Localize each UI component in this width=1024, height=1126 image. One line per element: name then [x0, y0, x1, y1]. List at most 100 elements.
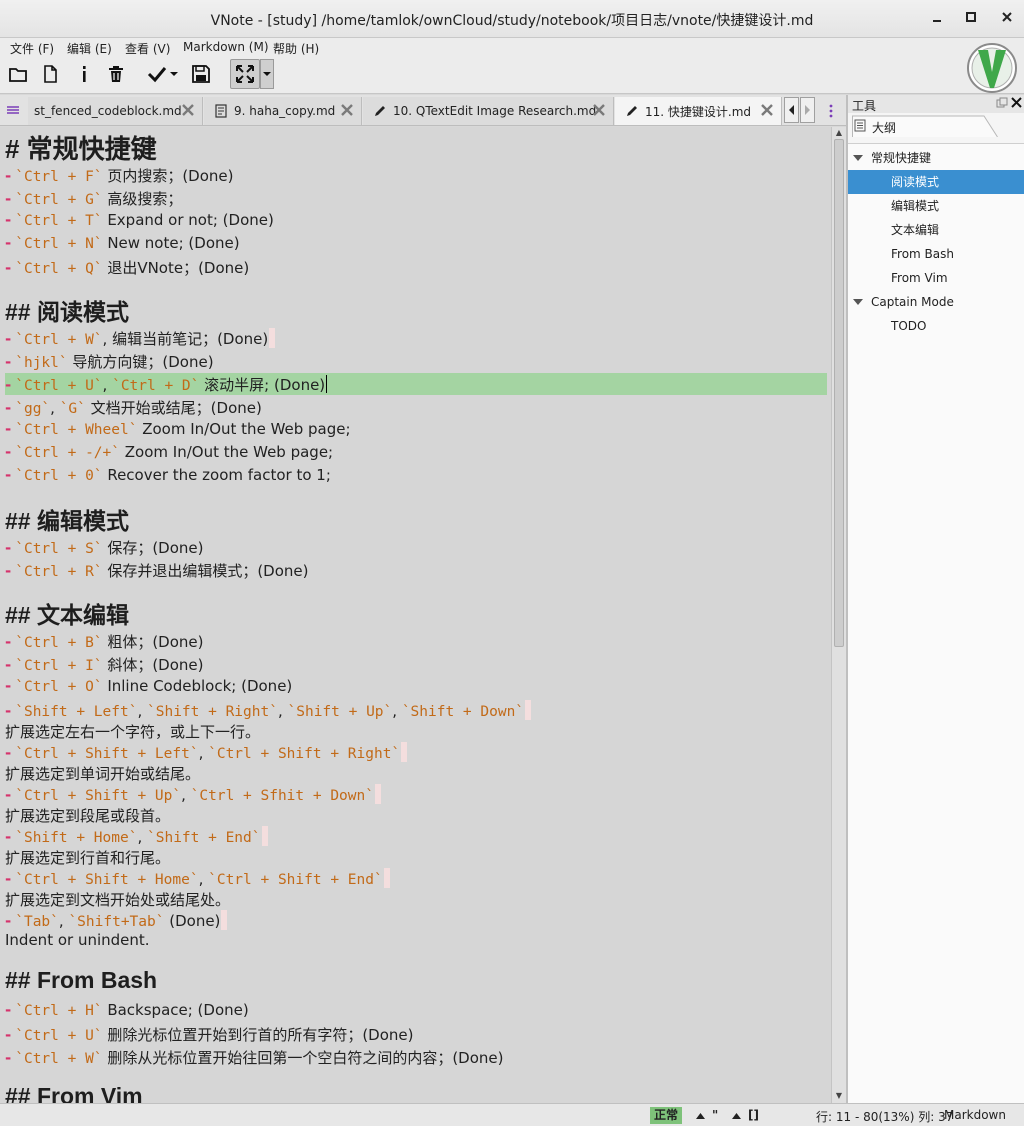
- inline-code: `Ctrl + R`: [15, 564, 103, 580]
- new-note-button[interactable]: [38, 62, 62, 86]
- tab-label: 11. 快捷键设计.md: [645, 104, 752, 119]
- inline-code: `Ctrl + 0`: [15, 468, 103, 484]
- list-text: ,: [181, 786, 191, 804]
- inline-code: `Shift + Home`: [15, 830, 138, 846]
- outline-item-todo[interactable]: TODO: [848, 314, 1024, 338]
- save-icon: [192, 65, 210, 83]
- tab-bar: st_fenced_codeblock.md 9. haha_copy.md 1…: [0, 95, 846, 126]
- arrow-up-icon[interactable]: [732, 1112, 741, 1119]
- list-bullet: -: [5, 376, 12, 394]
- menu-file[interactable]: 文件 (F): [10, 40, 54, 57]
- inline-code: `Ctrl + H`: [15, 1003, 103, 1019]
- editor-paragraph: Indent or unindent.: [5, 931, 150, 949]
- outline-item-编辑模式[interactable]: 编辑模式: [848, 194, 1024, 218]
- tab-shortcut-design[interactable]: 11. 快捷键设计.md: [615, 97, 782, 125]
- close-icon[interactable]: [339, 102, 355, 118]
- vnote-window: VNote - [study] /home/tamlok/ownCloud/st…: [0, 0, 1024, 1126]
- editor-paragraph: 扩展选定到文档开始处或结尾处。: [5, 891, 231, 909]
- inline-code: `G`: [59, 401, 86, 417]
- outline-item-from-vim[interactable]: From Vim: [848, 266, 1024, 290]
- arrow-up-icon[interactable]: [696, 1112, 705, 1119]
- editor-list-item: - `Ctrl + Shift + Home`, `Ctrl + Shift + …: [5, 868, 390, 888]
- close-icon[interactable]: [591, 102, 607, 118]
- menu-markdown[interactable]: Markdown (M): [183, 40, 269, 54]
- expand-button[interactable]: [230, 59, 260, 89]
- list-bullet: -: [5, 539, 12, 557]
- list-bullet: -: [5, 912, 12, 930]
- new-file-icon: [44, 65, 57, 83]
- outline-item-文本编辑[interactable]: 文本编辑: [848, 218, 1024, 242]
- tab-scroll-arrows[interactable]: [784, 97, 816, 123]
- list-text: Recover the zoom factor to 1;: [102, 466, 331, 484]
- tab-fenced-codeblock[interactable]: st_fenced_codeblock.md: [28, 97, 203, 125]
- float-panel-icon[interactable]: [996, 97, 1008, 109]
- list-text: ,: [137, 702, 147, 720]
- scrollbar-thumb[interactable]: [834, 139, 844, 647]
- editor-paragraph: 扩展选定左右一个字符，或上下一行。: [5, 723, 261, 741]
- open-folder-button[interactable]: [6, 62, 30, 86]
- list-bullet: -: [5, 211, 12, 229]
- inline-code: `Ctrl + Wheel`: [15, 422, 138, 438]
- vim-mode-badge: 正常: [650, 1107, 683, 1124]
- scroll-down-arrow[interactable]: ▼: [834, 1091, 844, 1101]
- close-icon[interactable]: [759, 102, 775, 118]
- list-bullet: -: [5, 786, 12, 804]
- editor-paragraph: 扩展选定到行首和行尾。: [5, 849, 171, 867]
- inline-code: `Ctrl + O`: [15, 679, 103, 695]
- inline-code: `Shift + Down`: [401, 704, 525, 720]
- scroll-up-arrow[interactable]: ▲: [834, 128, 844, 138]
- list-bullet: -: [5, 828, 12, 846]
- delete-button[interactable]: [104, 62, 128, 86]
- tab-qtextedit-image-research[interactable]: 10. QTextEdit Image Research.md: [363, 97, 614, 125]
- check-dropdown-button[interactable]: [167, 62, 181, 86]
- trailing-space-marker: [401, 742, 408, 762]
- close-panel-icon[interactable]: [1010, 96, 1023, 109]
- menu-edit[interactable]: 编辑 (E): [67, 40, 112, 57]
- expand-arrow-icon[interactable]: [853, 155, 863, 161]
- outline-item-常规快捷键[interactable]: 常规快捷键: [848, 146, 1024, 170]
- editor-list-item: - `Shift + Home`, `Shift + End`: [5, 826, 268, 846]
- menu-view[interactable]: 查看 (V): [125, 40, 170, 57]
- info-button[interactable]: [72, 62, 96, 86]
- close-icon[interactable]: [180, 102, 196, 118]
- inline-code: `Ctrl + Shift + Left`: [15, 746, 199, 762]
- list-text: 滚动半屏; (Done): [199, 376, 326, 394]
- editor-paragraph: 扩展选定到单词开始或结尾。: [5, 765, 201, 783]
- inline-code: `Shift + Up`: [287, 704, 393, 720]
- list-text: ,: [392, 702, 402, 720]
- markdown-editor[interactable]: # 常规快捷键 - `Ctrl + F` 页内搜索；(Done) - `Ctrl + G…: [0, 127, 831, 1103]
- menu-help[interactable]: 帮助 (H): [273, 40, 319, 57]
- inline-code: `Ctrl + Shift + Up`: [15, 788, 182, 804]
- inline-code: `hjkl`: [15, 355, 68, 371]
- expand-arrow-icon[interactable]: [853, 299, 863, 305]
- editor-scrollbar[interactable]: ▲ ▼: [831, 127, 846, 1103]
- inline-code: `Ctrl + W`: [15, 1051, 103, 1067]
- outline-item-阅读模式[interactable]: 阅读模式: [848, 170, 1024, 194]
- outline-item-captain-mode[interactable]: Captain Mode: [848, 290, 1024, 314]
- outline-item-from-bash[interactable]: From Bash: [848, 242, 1024, 266]
- list-text: 退出VNote；(Done): [102, 259, 250, 277]
- maximize-button[interactable]: [960, 8, 982, 30]
- list-bullet: -: [5, 1001, 12, 1019]
- tab-haha-copy[interactable]: 9. haha_copy.md: [204, 97, 362, 125]
- more-vertical-icon[interactable]: [824, 101, 838, 119]
- editor-heading: ## From Vim: [5, 1083, 143, 1103]
- editor-list-item: - `Ctrl + Wheel` Zoom In/Out the Web page…: [5, 420, 351, 438]
- outline-item-label: From Vim: [891, 271, 948, 285]
- editor-heading: ## 文本编辑: [5, 602, 129, 628]
- editor-list-item: - `Ctrl + I` 斜体；(Done): [5, 654, 203, 675]
- chevron-down-icon: [170, 72, 178, 76]
- list-text: 删除光标位置开始到行首的所有字符；(Done): [102, 1026, 414, 1044]
- expand-dropdown-button[interactable]: [260, 59, 274, 89]
- editor-list-item: - `Ctrl + B` 粗体；(Done): [5, 631, 203, 652]
- inline-code: `Ctrl + Q`: [15, 261, 103, 277]
- save-button[interactable]: [189, 62, 213, 86]
- inline-code: `Ctrl + U`: [15, 378, 103, 394]
- list-text: 页内搜索；(Done): [102, 167, 234, 185]
- editor-list-item: - `Ctrl + F` 页内搜索；(Done): [5, 165, 233, 186]
- close-button[interactable]: [996, 8, 1018, 30]
- minimize-button[interactable]: [926, 8, 948, 30]
- check-button[interactable]: [145, 62, 169, 86]
- editor-list-item: - `Ctrl + R` 保存并退出编辑模式；(Done): [5, 560, 308, 581]
- tab-list-menu-icon[interactable]: [4, 101, 22, 119]
